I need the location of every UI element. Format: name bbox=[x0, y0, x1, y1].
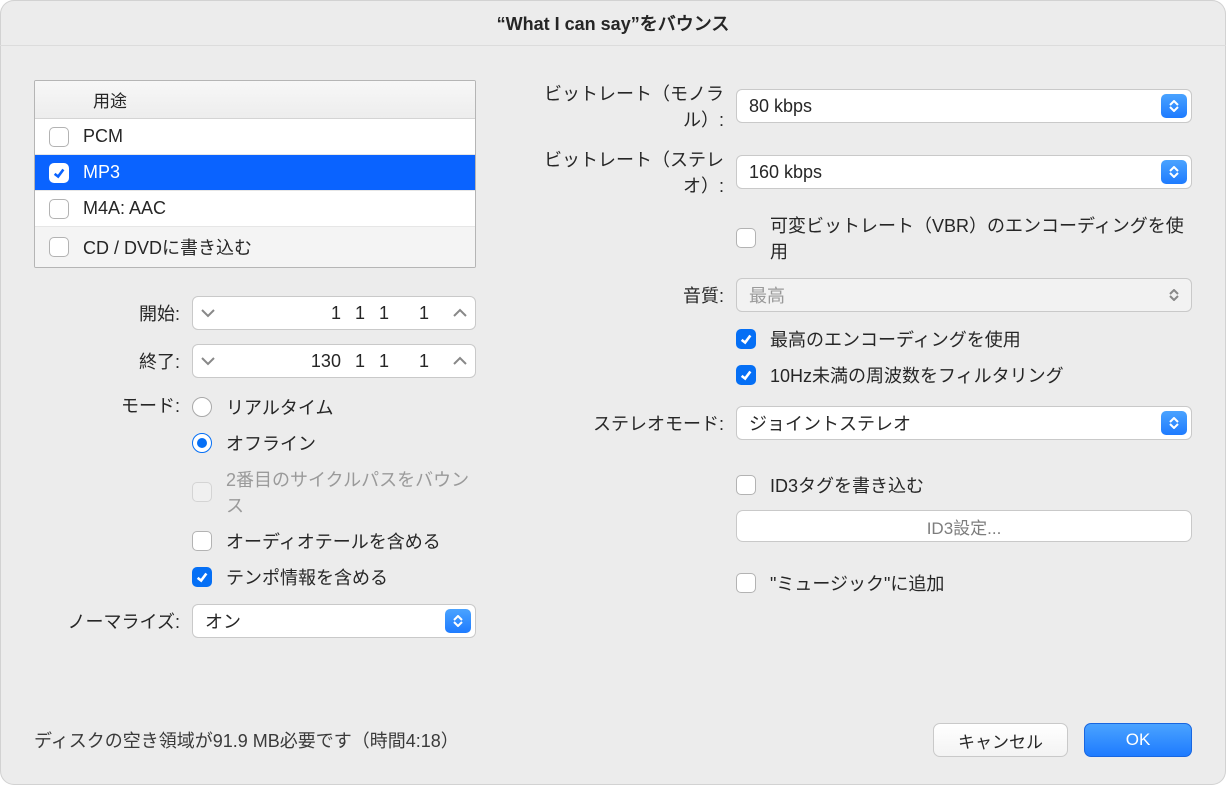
vbr-checkbox[interactable]: 可変ビットレート（VBR）のエンコーディングを使用 bbox=[736, 212, 1192, 264]
checkbox-icon[interactable] bbox=[736, 228, 756, 248]
updown-icon bbox=[1161, 160, 1187, 184]
best-encoding-checkbox[interactable]: 最高のエンコーディングを使用 bbox=[736, 326, 1192, 352]
quality-label: 音質: bbox=[518, 282, 724, 308]
mode-offline[interactable]: オフライン bbox=[192, 430, 476, 456]
right-column: ビットレート（モノラル）: 80 kbps ビットレート（ステレオ）: 160 … bbox=[518, 80, 1192, 703]
checkbox-icon[interactable] bbox=[49, 127, 69, 147]
normalize-label: ノーマライズ: bbox=[34, 608, 180, 634]
checkbox-icon[interactable] bbox=[49, 163, 69, 183]
mode-label: モード: bbox=[34, 392, 180, 418]
include-tempo[interactable]: テンポ情報を含める bbox=[192, 564, 476, 590]
window-title: “What I can say”をバウンス bbox=[0, 0, 1226, 46]
stereo-mode-select[interactable]: ジョイントステレオ bbox=[736, 406, 1192, 440]
start-label: 開始: bbox=[34, 300, 180, 326]
quality-select: 最高 bbox=[736, 278, 1192, 312]
radio-icon[interactable] bbox=[192, 397, 212, 417]
second-cycle-pass: 2番目のサイクルパスをバウンス bbox=[192, 466, 476, 518]
include-audio-tail[interactable]: オーディオテールを含める bbox=[192, 528, 476, 554]
bounce-dialog: “What I can say”をバウンス 用途 PCM MP3 M4A: AA… bbox=[0, 0, 1226, 785]
updown-icon bbox=[1161, 411, 1187, 435]
checkbox-icon[interactable] bbox=[736, 573, 756, 593]
ok-button[interactable]: OK bbox=[1084, 723, 1192, 757]
mode-radio-group: リアルタイム オフライン 2番目のサイクルパスをバウンス オーディオテールを含め… bbox=[192, 392, 476, 590]
updown-icon bbox=[1161, 283, 1187, 307]
format-row-mp3[interactable]: MP3 bbox=[35, 155, 475, 191]
mode-realtime[interactable]: リアルタイム bbox=[192, 394, 476, 420]
checkbox-icon[interactable] bbox=[736, 365, 756, 385]
updown-icon bbox=[445, 609, 471, 633]
chevron-down-icon[interactable] bbox=[193, 297, 223, 329]
normalize-select[interactable]: オン bbox=[192, 604, 476, 638]
footer: ディスクの空き領域が91.9 MB必要です（時間4:18） キャンセル OK bbox=[0, 723, 1226, 785]
start-stepper[interactable]: 1 1 1 1 bbox=[192, 296, 476, 330]
format-table: 用途 PCM MP3 M4A: AAC CD / DVDに書き込む bbox=[34, 80, 476, 268]
content-area: 用途 PCM MP3 M4A: AAC CD / DVDに書き込む bbox=[0, 46, 1226, 723]
left-column: 用途 PCM MP3 M4A: AAC CD / DVDに書き込む bbox=[34, 80, 476, 703]
checkbox-icon[interactable] bbox=[49, 199, 69, 219]
chevron-down-icon[interactable] bbox=[193, 345, 223, 377]
format-label: M4A: AAC bbox=[83, 198, 166, 219]
add-to-music-checkbox[interactable]: "ミュージック"に追加 bbox=[736, 570, 1192, 596]
filter-10hz-checkbox[interactable]: 10Hz未満の周波数をフィルタリング bbox=[736, 362, 1192, 388]
format-row-pcm[interactable]: PCM bbox=[35, 119, 475, 155]
stereo-mode-label: ステレオモード: bbox=[518, 410, 724, 436]
format-row-m4a[interactable]: M4A: AAC bbox=[35, 191, 475, 227]
format-label: PCM bbox=[83, 126, 123, 147]
checkbox-icon[interactable] bbox=[192, 567, 212, 587]
checkbox-icon bbox=[192, 482, 212, 502]
chevron-up-icon[interactable] bbox=[445, 345, 475, 377]
format-label: CD / DVDに書き込む bbox=[83, 234, 252, 260]
bitrate-stereo-label: ビットレート（ステレオ）: bbox=[518, 146, 724, 198]
cancel-button[interactable]: キャンセル bbox=[933, 723, 1068, 757]
chevron-up-icon[interactable] bbox=[445, 297, 475, 329]
radio-icon[interactable] bbox=[192, 433, 212, 453]
id3-settings-button[interactable]: ID3設定... bbox=[736, 510, 1192, 542]
end-label: 終了: bbox=[34, 348, 180, 374]
checkbox-icon[interactable] bbox=[49, 237, 69, 257]
bitrate-mono-label: ビットレート（モノラル）: bbox=[518, 80, 724, 132]
bitrate-mono-select[interactable]: 80 kbps bbox=[736, 89, 1192, 123]
disk-status: ディスクの空き領域が91.9 MB必要です（時間4:18） bbox=[34, 727, 459, 753]
checkbox-icon[interactable] bbox=[192, 531, 212, 551]
checkbox-icon[interactable] bbox=[736, 475, 756, 495]
write-id3-checkbox[interactable]: ID3タグを書き込む bbox=[736, 472, 1192, 498]
format-table-header[interactable]: 用途 bbox=[35, 81, 475, 119]
bitrate-stereo-select[interactable]: 160 kbps bbox=[736, 155, 1192, 189]
format-label: MP3 bbox=[83, 162, 120, 183]
checkbox-icon[interactable] bbox=[736, 329, 756, 349]
format-row-cddvd[interactable]: CD / DVDに書き込む bbox=[35, 227, 475, 267]
updown-icon bbox=[1161, 94, 1187, 118]
end-stepper[interactable]: 130 1 1 1 bbox=[192, 344, 476, 378]
